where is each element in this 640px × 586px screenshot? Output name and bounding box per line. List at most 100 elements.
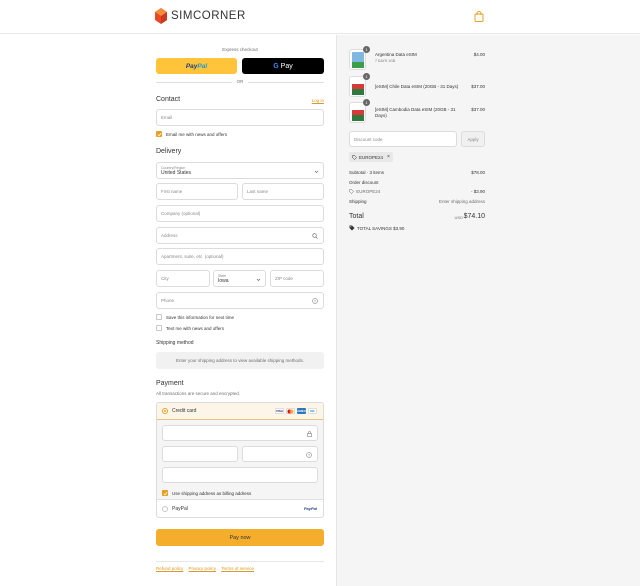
- pay-now-label: Pay now: [229, 534, 251, 541]
- save-info-label: Save this information for next time: [166, 314, 235, 320]
- discount-placeholder: Discount code: [354, 136, 383, 142]
- google-g-icon: G: [273, 62, 279, 70]
- total-savings: TOTAL SAVINGS $3.90: [349, 225, 404, 231]
- address-field[interactable]: Address: [156, 227, 324, 244]
- currency-code: USD: [454, 215, 463, 220]
- payment-subtitle: All transactions are secure and encrypte…: [156, 391, 241, 396]
- company-field[interactable]: Company (optional): [156, 205, 324, 222]
- paypal-express-button[interactable]: PayPal: [156, 58, 237, 74]
- card-number-field[interactable]: [162, 425, 318, 441]
- country-select[interactable]: Country/Region United States: [156, 162, 324, 179]
- delivery-heading: Delivery: [156, 148, 182, 155]
- line-item: 1 [eSIM] Chile Data eSIM (20GB - 31 Days…: [349, 73, 485, 98]
- help-circle-icon[interactable]: ?: [306, 452, 312, 458]
- last-name-field[interactable]: Last name: [242, 183, 324, 200]
- login-link[interactable]: Log in: [312, 98, 324, 103]
- save-info-row[interactable]: Save this information for next time: [156, 314, 234, 320]
- credit-card-radio[interactable]: [162, 408, 168, 414]
- gpay-label: Pay: [280, 62, 293, 70]
- state-select[interactable]: State Iowa: [213, 270, 266, 287]
- save-info-checkbox[interactable]: [156, 314, 162, 320]
- quantity-badge: 1: [363, 73, 370, 80]
- mastercard-icon: [286, 408, 295, 414]
- country-value: United States: [161, 169, 192, 176]
- footer-links: Refund policy Privacy policy Terms of se…: [156, 566, 258, 571]
- phone-field[interactable]: Phone ?: [156, 292, 324, 309]
- company-placeholder: Company (optional): [161, 211, 201, 216]
- apartment-field[interactable]: Apartment, suite, etc. (optional): [156, 248, 324, 265]
- search-icon: [312, 233, 318, 239]
- google-pay-button[interactable]: G Pay: [242, 58, 324, 74]
- privacy-policy-link[interactable]: Privacy policy: [189, 566, 217, 571]
- text-me-label: Text me with news and offers: [166, 325, 224, 331]
- city-field[interactable]: City: [156, 270, 210, 287]
- paypal-label: PayPal: [172, 505, 188, 512]
- express-checkout-label: Express checkout: [222, 47, 258, 52]
- text-me-checkbox[interactable]: [156, 325, 162, 331]
- email-placeholder: Email: [161, 115, 173, 120]
- shipping-method-placeholder: Enter your shipping address to view avai…: [156, 352, 324, 369]
- help-circle-icon[interactable]: ?: [312, 298, 318, 304]
- zip-placeholder: ZIP code: [275, 276, 293, 281]
- discount-code-row: EUROPE24 - $3.90: [349, 189, 485, 194]
- news-checkbox[interactable]: [156, 131, 162, 137]
- name-on-card-field[interactable]: [162, 467, 318, 483]
- first-name-placeholder: First name: [161, 189, 183, 194]
- billing-same-label: Use shipping address as billing address: [172, 490, 252, 496]
- news-checkbox-row[interactable]: Email me with news and offers: [156, 131, 227, 137]
- savings-label: TOTAL SAVINGS: [357, 225, 392, 231]
- shipping-value: Enter shipping address: [438, 199, 485, 204]
- zip-field[interactable]: ZIP code: [270, 270, 324, 287]
- footer-divider: [156, 561, 324, 562]
- item-name: [eSIM] Chile Data eSIM (20GB - 31 Days): [375, 84, 459, 89]
- billing-same-checkbox[interactable]: [162, 490, 168, 496]
- payment-heading: Payment: [156, 380, 184, 387]
- subtotal-label: Subtotal · 3 items: [349, 170, 385, 175]
- security-code-field[interactable]: ?: [242, 446, 318, 462]
- svg-text:?: ?: [314, 299, 316, 303]
- item-price: $37.00: [471, 84, 485, 89]
- shopping-bag-icon[interactable]: [474, 11, 484, 22]
- lock-icon: [307, 431, 312, 437]
- quantity-badge: 1: [363, 46, 370, 53]
- apply-label: Apply: [467, 136, 479, 142]
- brand-name: SIMCORNER: [171, 10, 246, 22]
- email-field[interactable]: Email: [156, 109, 324, 126]
- order-discount-label: Order discount: [349, 180, 379, 185]
- city-placeholder: City: [161, 276, 169, 281]
- phone-placeholder: Phone: [161, 298, 175, 303]
- item-price: $37.00: [471, 107, 485, 112]
- tag-icon: [349, 225, 355, 231]
- card-form: ? Use shipping address as billing addres…: [157, 420, 323, 500]
- contact-heading: Contact: [156, 96, 181, 103]
- discount-code-input[interactable]: Discount code: [349, 131, 457, 147]
- paypal-radio[interactable]: [162, 505, 168, 512]
- shipping-method-heading: Shipping method: [156, 340, 194, 346]
- order-discount-row: Order discount: [349, 180, 485, 185]
- credit-card-option[interactable]: Credit card VISA AMEX DC: [157, 403, 323, 420]
- header: SIMCORNER: [0, 0, 640, 34]
- tag-icon: [349, 189, 354, 194]
- news-label: Email me with news and offers: [166, 131, 227, 137]
- diners-club-icon: DC: [308, 408, 317, 414]
- expiration-date-field[interactable]: [162, 446, 238, 462]
- paypal-option[interactable]: PayPal PayPal: [157, 500, 323, 517]
- shipping-row: Shipping Enter shipping address: [349, 199, 485, 204]
- quantity-badge: 1: [363, 99, 370, 106]
- apartment-placeholder: Apartment, suite, etc. (optional): [161, 254, 224, 259]
- item-variant: 7 DAYS 1GB: [375, 59, 396, 63]
- terms-of-service-link[interactable]: Terms of service: [221, 566, 254, 571]
- billing-same-row[interactable]: Use shipping address as billing address: [162, 490, 251, 496]
- apply-discount-button[interactable]: Apply: [461, 131, 485, 147]
- discount-value: - $3.90: [470, 189, 485, 194]
- text-me-row[interactable]: Text me with news and offers: [156, 325, 224, 331]
- remove-discount-icon[interactable]: ×: [387, 154, 390, 160]
- brand-logo[interactable]: SIMCORNER: [155, 8, 246, 24]
- total-row: Total USD $74.10: [349, 213, 485, 220]
- payment-options: Credit card VISA AMEX DC ? Use shipping …: [156, 402, 324, 518]
- refund-policy-link[interactable]: Refund policy: [156, 566, 183, 571]
- item-name: [eSIM] Cambodia Data eSIM (20GB - 31 Day…: [375, 107, 456, 118]
- pay-now-button[interactable]: Pay now: [156, 529, 324, 546]
- first-name-field[interactable]: First name: [156, 183, 238, 200]
- or-divider: OR: [156, 79, 324, 85]
